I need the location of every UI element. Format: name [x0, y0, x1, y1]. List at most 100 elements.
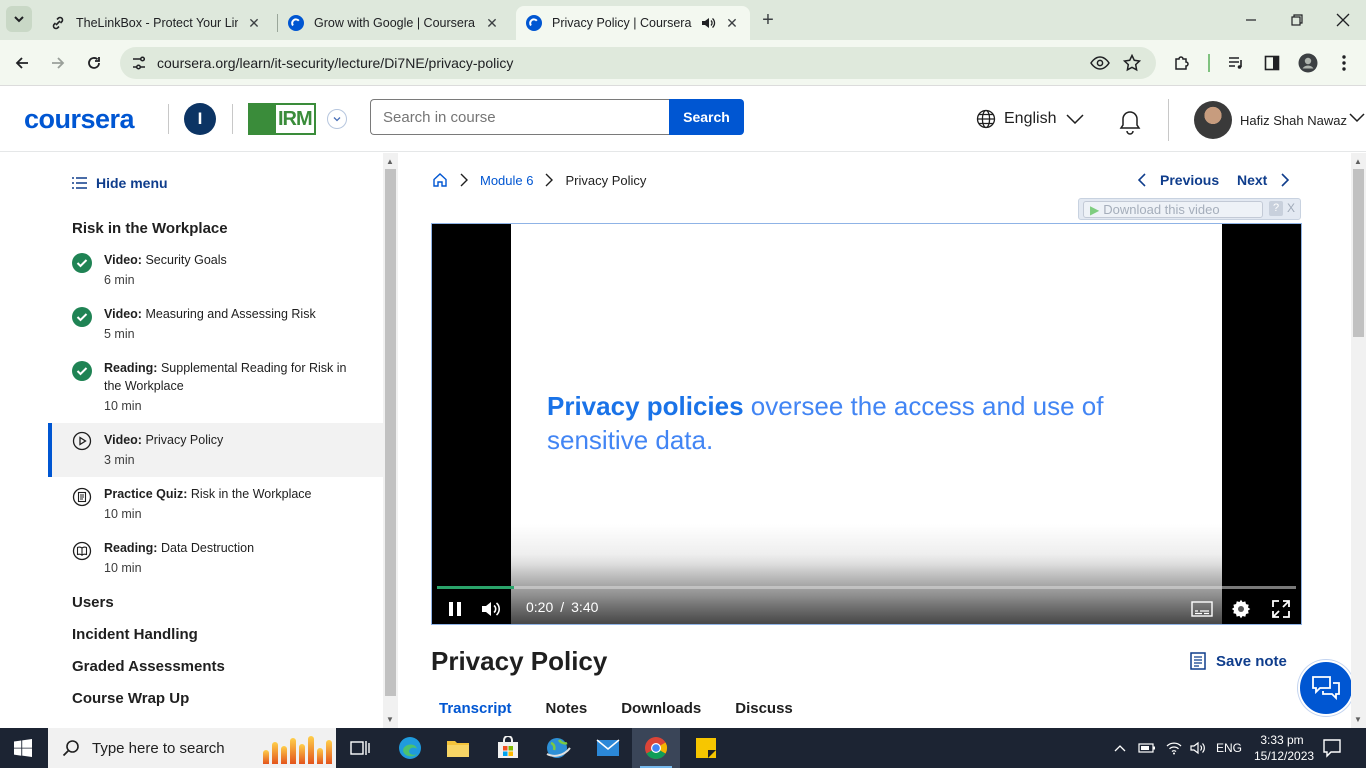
quiz-icon: [72, 487, 92, 507]
new-tab-button[interactable]: +: [758, 10, 778, 30]
tab-downloads[interactable]: Downloads: [613, 700, 709, 717]
close-window-button[interactable]: [1320, 0, 1366, 40]
language-selector[interactable]: English: [976, 109, 1085, 129]
profile-button[interactable]: [1296, 51, 1320, 75]
speaker-icon[interactable]: [700, 15, 716, 31]
section-incident-handling[interactable]: Incident Handling: [72, 626, 198, 643]
user-name[interactable]: Hafiz Shah Nawaz: [1240, 113, 1347, 128]
previous-button[interactable]: Previous: [1138, 172, 1219, 188]
chat-assistant-button[interactable]: [1298, 660, 1354, 716]
back-button[interactable]: [10, 51, 34, 75]
taskbar-store[interactable]: [484, 728, 532, 768]
scrollbar-thumb[interactable]: [385, 169, 396, 696]
taskbar-mail[interactable]: [584, 728, 632, 768]
course-search-input[interactable]: [370, 99, 670, 135]
lesson-item[interactable]: Reading: Supplemental Reading for Risk i…: [48, 359, 383, 425]
input-language[interactable]: ENG: [1216, 741, 1242, 755]
section-course-wrap-up[interactable]: Course Wrap Up: [72, 690, 189, 707]
notification-icon: [1323, 739, 1341, 758]
notifications-button[interactable]: [1117, 109, 1143, 135]
browser-tab-active[interactable]: Privacy Policy | Coursera ✕: [516, 6, 750, 40]
coursera-logo[interactable]: coursera: [24, 104, 135, 135]
close-tab-icon[interactable]: ✕: [724, 15, 740, 31]
download-video-button[interactable]: ▶ Download this video: [1083, 201, 1263, 218]
star-icon[interactable]: [1122, 53, 1142, 73]
search-button[interactable]: Search: [669, 99, 744, 135]
wifi-icon[interactable]: [1166, 741, 1182, 755]
browser-menu-button[interactable]: [1332, 51, 1356, 75]
action-center-button[interactable]: [1322, 738, 1342, 758]
settings-button[interactable]: [1230, 598, 1252, 620]
volume-tray-icon[interactable]: [1190, 741, 1206, 755]
tab-transcript[interactable]: Transcript: [431, 700, 520, 717]
side-panel-button[interactable]: [1260, 51, 1284, 75]
browser-tab[interactable]: Grow with Google | Coursera ✕: [278, 6, 510, 40]
taskbar-clock[interactable]: 3:33 pm 15/12/2023: [1254, 732, 1314, 764]
chat-icon: [1312, 676, 1340, 701]
video-player[interactable]: Privacy policies oversee the access and …: [431, 223, 1302, 625]
scroll-up-icon[interactable]: ▲: [386, 157, 394, 166]
save-note-button[interactable]: Save note: [1190, 652, 1287, 670]
taskbar-edge[interactable]: [386, 728, 434, 768]
taskbar-sticky-notes[interactable]: [682, 728, 730, 768]
tab-discuss[interactable]: Discuss: [727, 700, 801, 717]
section-users[interactable]: Users: [72, 594, 114, 611]
pause-button[interactable]: [444, 598, 466, 620]
lesson-item[interactable]: Video: Security Goals 6 min: [48, 251, 383, 301]
lesson-item[interactable]: Practice Quiz: Risk in the Workplace 10 …: [48, 485, 383, 535]
browser-tab[interactable]: TheLinkBox - Protect Your Link / ✕: [40, 6, 272, 40]
org-badge[interactable]: I: [184, 103, 216, 135]
extensions-button[interactable]: [1170, 51, 1194, 75]
home-icon[interactable]: [432, 172, 448, 188]
hide-menu-button[interactable]: Hide menu: [72, 175, 168, 191]
start-button[interactable]: [14, 739, 32, 757]
avatar[interactable]: [1194, 101, 1232, 139]
lesson-item[interactable]: Reading: Data Destruction 10 min: [48, 539, 383, 589]
reload-icon: [88, 57, 100, 69]
close-tab-icon[interactable]: ✕: [246, 15, 262, 31]
eye-icon[interactable]: [1090, 53, 1110, 73]
help-icon[interactable]: ?: [1269, 201, 1283, 216]
lesson-item-current[interactable]: Video: Privacy Policy 3 min: [48, 423, 383, 477]
taskbar-file-explorer[interactable]: [434, 728, 482, 768]
address-bar[interactable]: coursera.org/learn/it-security/lecture/D…: [120, 47, 1156, 79]
scroll-down-icon[interactable]: ▼: [386, 715, 394, 724]
forward-button[interactable]: [46, 51, 70, 75]
partner-dropdown-button[interactable]: [327, 109, 347, 129]
volume-button[interactable]: [480, 598, 502, 620]
taskbar-app-globe[interactable]: [534, 728, 582, 768]
restore-button[interactable]: [1274, 0, 1320, 40]
fullscreen-button[interactable]: [1270, 598, 1292, 620]
chevron-down-icon[interactable]: [1349, 113, 1365, 123]
breadcrumb-current: Privacy Policy: [565, 172, 647, 188]
profile-icon: [1298, 53, 1318, 73]
media-control-button[interactable]: [1224, 51, 1248, 75]
download-video-bar: ▶ Download this video ? X: [1078, 198, 1301, 220]
taskbar-search[interactable]: Type here to search: [48, 728, 336, 768]
sidebar-scrollbar[interactable]: ▲ ▼: [383, 153, 398, 728]
task-view-button[interactable]: [336, 728, 384, 768]
tab-notes[interactable]: Notes: [538, 700, 596, 717]
breadcrumb-module-link[interactable]: Module 6: [480, 173, 533, 188]
reload-button[interactable]: [82, 51, 106, 75]
next-button[interactable]: Next: [1237, 172, 1290, 188]
video-progress-bar[interactable]: [437, 586, 1296, 589]
site-settings-icon[interactable]: [130, 54, 148, 72]
scroll-down-icon[interactable]: ▼: [1354, 715, 1362, 724]
minimize-button[interactable]: [1228, 0, 1274, 40]
captions-button[interactable]: [1190, 598, 1214, 620]
chevron-up-icon[interactable]: [1114, 744, 1126, 752]
section-graded-assessments[interactable]: Graded Assessments: [72, 658, 225, 675]
close-icon[interactable]: X: [1285, 201, 1297, 216]
more-vertical-icon: [1342, 55, 1346, 71]
page-scrollbar[interactable]: ▲ ▼: [1351, 153, 1366, 728]
lesson-item[interactable]: Video: Measuring and Assessing Risk 5 mi…: [48, 305, 383, 355]
scrollbar-thumb[interactable]: [1353, 169, 1364, 337]
battery-icon[interactable]: [1138, 743, 1156, 753]
taskbar-chrome[interactable]: [632, 728, 680, 768]
tab-search-button[interactable]: [6, 6, 32, 32]
close-tab-icon[interactable]: ✕: [484, 15, 500, 31]
partner-logo[interactable]: IRM: [248, 103, 316, 135]
scroll-up-icon[interactable]: ▲: [1354, 157, 1362, 166]
coursera-header: coursera I IRM Search English Hafiz Shah…: [0, 87, 1366, 152]
